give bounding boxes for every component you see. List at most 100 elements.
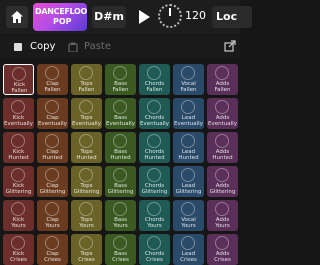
- pad-kick-fallen[interactable]: Kick Fallen: [3, 64, 34, 95]
- pad-indicator-icon: [79, 134, 93, 148]
- pad-section-label: Glittering: [107, 189, 134, 195]
- pad-section-label: Eventually: [106, 121, 135, 127]
- pad-clap-hunted[interactable]: Clap Hunted: [37, 132, 68, 163]
- pad-indicator-icon: [45, 168, 59, 182]
- pad-section-label: Yours: [215, 223, 230, 229]
- pad-indicator-icon: [215, 202, 229, 216]
- pad-tops-eventually[interactable]: Tops Eventually: [71, 98, 102, 129]
- pad-vocal-yours[interactable]: Vocal Yours: [173, 200, 204, 231]
- pad-section-label: Crises: [214, 257, 231, 263]
- pad-indicator-icon: [181, 66, 195, 80]
- pad-indicator-icon: [113, 100, 127, 114]
- pad-indicator-icon: [215, 134, 229, 148]
- pad-indicator-icon: [215, 100, 229, 114]
- pad-kick-crises[interactable]: Kick Crises: [3, 234, 34, 265]
- pad-indicator-icon: [181, 168, 195, 182]
- pad-bass-glittering[interactable]: Bass Glittering: [105, 166, 136, 197]
- logo-title: DANCEFLOOR: [35, 7, 87, 16]
- pad-section-label: Glittering: [39, 189, 66, 195]
- pad-kick-yours[interactable]: Kick Yours: [3, 200, 34, 231]
- pad-section-label: Crises: [112, 257, 129, 263]
- pad-kick-glittering[interactable]: Kick Glittering: [3, 166, 34, 197]
- paste-button[interactable]: Paste: [84, 40, 111, 54]
- pad-vocal-crises[interactable]: Lead Crises: [173, 234, 204, 265]
- pad-indicator-icon: [79, 66, 93, 80]
- pad-section-label: Fallen: [44, 87, 61, 93]
- top-bar: DANCEFLOOR POP D#m 120 Loc: [0, 0, 252, 34]
- pad-indicator-icon: [11, 236, 25, 250]
- tempo-dial[interactable]: [158, 4, 182, 28]
- pad-section-label: Hunted: [76, 155, 97, 161]
- pad-adds-hunted[interactable]: Adds Hunted: [207, 132, 238, 163]
- pad-bass-yours[interactable]: Bass Yours: [105, 200, 136, 231]
- pad-bass-eventually[interactable]: Bass Eventually: [105, 98, 136, 129]
- pad-indicator-icon: [181, 202, 195, 216]
- pad-chords-fallen[interactable]: Chords Fallen: [139, 64, 170, 95]
- pad-indicator-icon: [147, 100, 161, 114]
- pad-kick-hunted[interactable]: Kick Hunted: [3, 132, 34, 163]
- pad-tops-glittering[interactable]: Tops Glittering: [71, 166, 102, 197]
- pad-adds-eventually[interactable]: Adds Eventually: [207, 98, 238, 129]
- pad-tops-yours[interactable]: Tops Yours: [71, 200, 102, 231]
- pad-indicator-icon: [45, 202, 59, 216]
- pad-tops-hunted[interactable]: Tops Hunted: [71, 132, 102, 163]
- pad-clap-yours[interactable]: Clap Yours: [37, 200, 68, 231]
- pad-bass-hunted[interactable]: Bass Hunted: [105, 132, 136, 163]
- pad-adds-yours[interactable]: Adds Yours: [207, 200, 238, 231]
- pad-indicator-icon: [147, 168, 161, 182]
- pad-section-label: Fallen: [214, 87, 231, 93]
- pad-clap-glittering[interactable]: Clap Glittering: [37, 166, 68, 197]
- pad-chords-eventually[interactable]: Chords Eventually: [139, 98, 170, 129]
- pad-bass-crises[interactable]: Bass Crises: [105, 234, 136, 265]
- pad-section-label: Hunted: [110, 155, 131, 161]
- pad-clap-eventually[interactable]: Clap Eventually: [37, 98, 68, 129]
- pad-adds-glittering[interactable]: Adds Glittering: [207, 166, 238, 197]
- play-button[interactable]: [132, 6, 154, 28]
- pad-section-label: Yours: [45, 223, 60, 229]
- pad-indicator-icon: [147, 236, 161, 250]
- pad-adds-fallen[interactable]: Adds Fallen: [207, 64, 238, 95]
- pad-section-label: Crises: [146, 257, 163, 263]
- pad-chords-crises[interactable]: Chords Crises: [139, 234, 170, 265]
- pad-bass-fallen[interactable]: Bass Fallen: [105, 64, 136, 95]
- pad-tops-crises[interactable]: Tops Crises: [71, 234, 102, 265]
- pad-vocal-eventually[interactable]: Lead Eventually: [173, 98, 204, 129]
- pad-indicator-icon: [181, 134, 195, 148]
- pad-vocal-glittering[interactable]: Lead Glittering: [173, 166, 204, 197]
- pad-indicator-icon: [12, 67, 26, 81]
- pad-chords-hunted[interactable]: Chords Hunted: [139, 132, 170, 163]
- copy-button[interactable]: Copy: [30, 40, 55, 54]
- pad-vocal-hunted[interactable]: Lead Hunted: [173, 132, 204, 163]
- home-button[interactable]: [6, 6, 28, 28]
- pad-indicator-icon: [45, 66, 59, 80]
- paste-icon[interactable]: [68, 42, 78, 52]
- pad-section-label: Eventually: [4, 121, 33, 127]
- pack-logo[interactable]: DANCEFLOOR POP: [33, 3, 87, 31]
- pad-section-label: Crises: [78, 257, 95, 263]
- pad-clap-fallen[interactable]: Clap Fallen: [37, 64, 68, 95]
- pad-section-label: Hunted: [8, 155, 29, 161]
- pad-section-label: Eventually: [208, 121, 237, 127]
- pad-indicator-icon: [11, 168, 25, 182]
- pad-indicator-icon: [113, 202, 127, 216]
- pad-chords-glittering[interactable]: Chords Glittering: [139, 166, 170, 197]
- loop-button[interactable]: Loc: [212, 6, 252, 28]
- key-button[interactable]: D#m: [92, 6, 126, 28]
- pad-indicator-icon: [45, 100, 59, 114]
- pad-indicator-icon: [79, 202, 93, 216]
- share-icon[interactable]: [224, 40, 236, 52]
- home-icon: [11, 11, 23, 23]
- pad-section-label: Fallen: [11, 88, 28, 94]
- pad-clap-crises[interactable]: Clap Crises: [37, 234, 68, 265]
- pad-tops-fallen[interactable]: Tops Fallen: [71, 64, 102, 95]
- pad-vocal-fallen[interactable]: Vocal Fallen: [173, 64, 204, 95]
- pad-indicator-icon: [215, 66, 229, 80]
- pad-adds-crises[interactable]: Adds Crises: [207, 234, 238, 265]
- pad-chords-yours[interactable]: Chords Yours: [139, 200, 170, 231]
- pad-kick-eventually[interactable]: Kick Eventually: [3, 98, 34, 129]
- pad-section-label: Eventually: [38, 121, 67, 127]
- pad-section-label: Glittering: [175, 189, 202, 195]
- copy-icon[interactable]: [14, 43, 22, 51]
- edit-toolbar: Copy Paste: [0, 35, 240, 59]
- pad-section-label: Hunted: [144, 155, 165, 161]
